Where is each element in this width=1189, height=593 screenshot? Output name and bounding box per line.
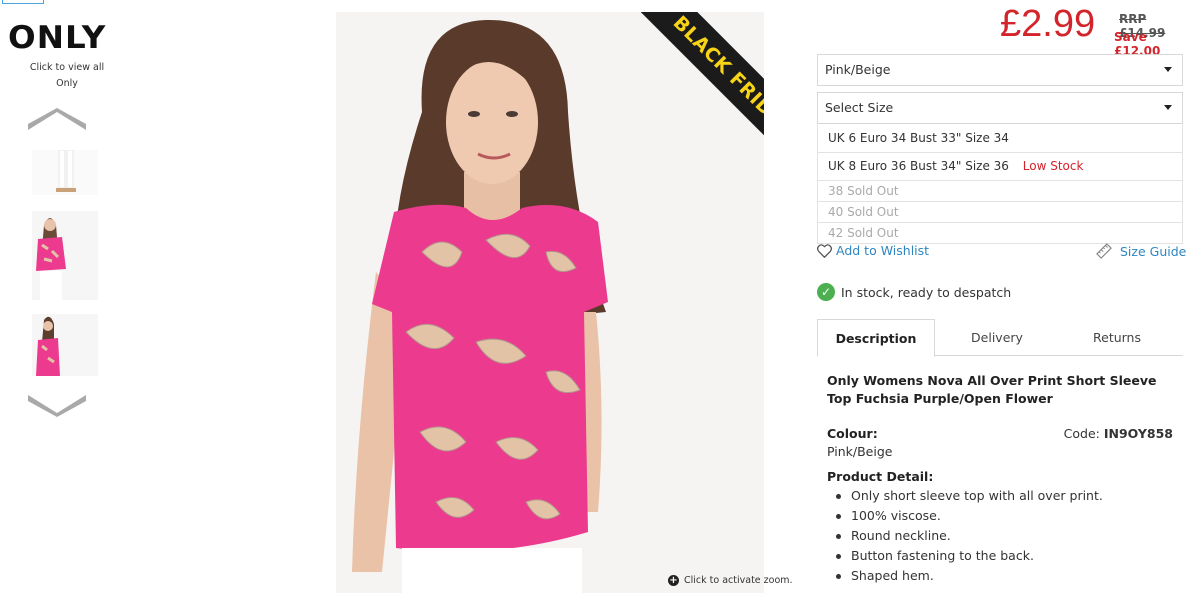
list-item: Only short sleeve top with all over prin… xyxy=(834,486,1177,506)
size-option-sold-out: 38 Sold Out xyxy=(817,181,1183,202)
thumbnail-down-arrow-icon[interactable] xyxy=(28,395,86,417)
current-price: £2.99 xyxy=(1000,3,1096,45)
size-guide-label: Size Guide xyxy=(1120,243,1187,259)
list-item: Shaped hem. xyxy=(834,566,1177,586)
thumbnail-side-image xyxy=(32,314,98,376)
colour-row: Colour: Pink/Beige Code: IN9OY858 xyxy=(827,426,1177,459)
ribbon-text: BLACK FRIDAY xyxy=(668,12,764,141)
size-option[interactable]: UK 6 Euro 34 Bust 33" Size 34 xyxy=(817,125,1183,153)
rrp-label: RRP xyxy=(1119,12,1147,26)
heart-icon xyxy=(817,243,832,258)
thumbnail-1[interactable] xyxy=(32,150,98,195)
size-option-sold-out: 42 Sold Out xyxy=(817,223,1183,244)
size-select-value: Select Size xyxy=(825,100,894,115)
tab-delivery[interactable]: Delivery xyxy=(937,319,1057,356)
tab-returns[interactable]: Returns xyxy=(1057,319,1177,356)
zoom-plus-icon: + xyxy=(668,575,679,586)
thumbnail-3[interactable] xyxy=(32,314,98,376)
list-item: Button fastening to the back. xyxy=(834,546,1177,566)
size-option-sold-out: 40 Sold Out xyxy=(817,202,1183,223)
colour-select[interactable]: Pink/Beige xyxy=(817,54,1183,86)
low-stock-badge: Low Stock xyxy=(1022,159,1084,173)
tab-description[interactable]: Description xyxy=(817,319,935,357)
code-label: Code: xyxy=(1063,426,1100,441)
list-item: Round neckline. xyxy=(834,526,1177,546)
product-page: ONLY Click to view all Only BLACK FRIDAY… xyxy=(0,0,1189,593)
add-to-wishlist-link[interactable]: Add to Wishlist xyxy=(817,243,929,258)
checkmark-icon: ✓ xyxy=(817,283,835,301)
brand-view-all-link[interactable]: Click to view all Only xyxy=(20,60,114,92)
brand-logo[interactable]: ONLY xyxy=(8,20,106,56)
size-select[interactable]: Select Size xyxy=(817,92,1183,124)
product-detail-title: Product Detail: xyxy=(827,469,934,484)
code-value: IN9OY858 xyxy=(1103,426,1173,441)
thumbnail-legs-image xyxy=(32,150,98,195)
chevron-down-icon xyxy=(1164,67,1172,72)
stock-status: ✓ In stock, ready to despatch xyxy=(817,283,1011,301)
zoom-hint[interactable]: + Click to activate zoom. xyxy=(668,575,793,586)
thumbnail-2[interactable] xyxy=(32,211,98,300)
colour-value: Pink/Beige xyxy=(827,444,893,459)
view-all-line1: Click to view all xyxy=(29,62,105,73)
view-all-line2: Only xyxy=(56,78,78,89)
product-name: Only Womens Nova All Over Print Short Sl… xyxy=(827,373,1157,406)
thumbnail-front-image xyxy=(32,211,98,300)
zoom-hint-text: Click to activate zoom. xyxy=(684,575,793,586)
colour-select-value: Pink/Beige xyxy=(825,62,891,77)
list-item: 100% viscose. xyxy=(834,506,1177,526)
size-option[interactable]: UK 8 Euro 36 Bust 34" Size 36 Low Stock xyxy=(817,153,1183,181)
product-code: Code: IN9OY858 xyxy=(1064,426,1173,441)
product-info-tabs: Description Delivery Returns xyxy=(817,319,1183,357)
top-tab-marker xyxy=(2,0,44,4)
size-options-list: UK 6 Euro 34 Bust 33" Size 34 UK 8 Euro … xyxy=(817,125,1183,244)
stock-status-text: In stock, ready to despatch xyxy=(841,284,1012,300)
description-panel: Only Womens Nova All Over Print Short Sl… xyxy=(827,372,1177,586)
wishlist-label: Add to Wishlist xyxy=(836,243,930,258)
product-detail-list: Only short sleeve top with all over prin… xyxy=(827,486,1177,586)
chevron-down-icon xyxy=(1164,105,1172,110)
black-friday-ribbon: BLACK FRIDAY xyxy=(610,12,764,166)
ruler-icon xyxy=(1096,243,1112,259)
thumbnail-up-arrow-icon[interactable] xyxy=(28,108,86,130)
size-guide-link[interactable]: Size Guide xyxy=(1096,243,1186,259)
